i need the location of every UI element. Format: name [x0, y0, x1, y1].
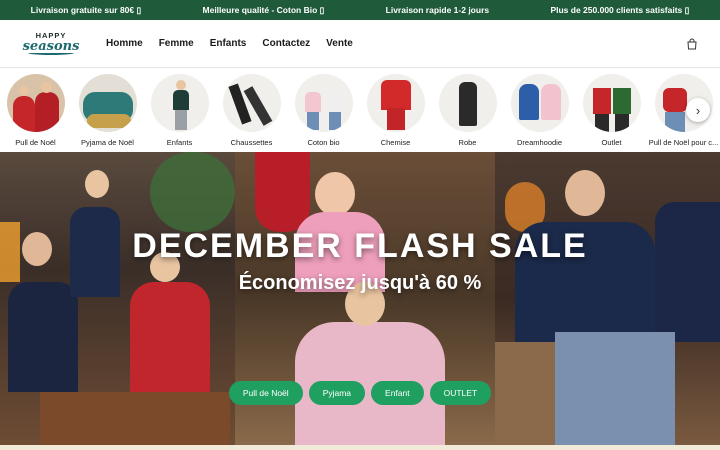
hero-title: DECEMBER FLASH SALE: [132, 227, 588, 265]
announcement-3: Livraison rapide 1-2 jours: [385, 5, 490, 15]
category-chemise[interactable]: Chemise: [366, 74, 425, 152]
category-coton-bio[interactable]: Coton bio: [294, 74, 353, 152]
category-pyjama-de-noel[interactable]: Pyjama de Noël: [78, 74, 137, 152]
category-image: [150, 74, 209, 132]
category-enfants[interactable]: Enfants: [150, 74, 209, 152]
category-label: Outlet: [601, 138, 622, 147]
bottom-strip: [0, 445, 720, 450]
announcement-4: Plus de 250.000 clients satisfaits ▯: [550, 4, 690, 15]
category-label: Robe: [458, 138, 477, 147]
nav-vente[interactable]: Vente: [326, 38, 353, 49]
brand-logo[interactable]: HAPPY seasons: [22, 30, 80, 58]
category-label: Dreamhoodie: [516, 138, 563, 147]
announcement-bar: Livraison gratuite sur 80€ ▯ Meilleure q…: [0, 0, 720, 20]
category-label: Pyjama de Noël: [81, 138, 134, 147]
category-image: [510, 74, 569, 132]
category-label: Pull de Noël pour c...: [648, 138, 719, 147]
category-robe[interactable]: Robe: [438, 74, 497, 152]
category-dreamhoodie[interactable]: Dreamhoodie: [510, 74, 569, 152]
shopping-bag-icon[interactable]: [686, 38, 698, 50]
nav-enfants[interactable]: Enfants: [210, 38, 247, 49]
category-image: [78, 74, 137, 132]
category-label: Pull de Noël: [15, 138, 56, 147]
chevron-right-icon[interactable]: ›: [686, 98, 710, 122]
category-image: [582, 74, 641, 132]
category-chaussettes[interactable]: Chaussettes: [222, 74, 281, 152]
category-carousel: Pull de Noël Pyjama de Noël Enfants Chau…: [0, 68, 720, 152]
category-image: [294, 74, 353, 132]
main-nav: Homme Femme Enfants Contactez Vente: [106, 38, 353, 49]
announcement-2: Meilleure qualité - Coton Bio ▯: [202, 4, 325, 15]
category-outlet[interactable]: Outlet: [582, 74, 641, 152]
nav-contactez[interactable]: Contactez: [262, 38, 310, 49]
category-image: [6, 74, 65, 132]
hero-button-outlet[interactable]: OUTLET: [429, 381, 492, 405]
category-label: Enfants: [166, 138, 193, 147]
logo-swoosh: [28, 51, 74, 55]
hero-button-pyjama[interactable]: Pyjama: [308, 381, 366, 405]
hero-buttons: Pull de Noël Pyjama Enfant OUTLET: [0, 381, 720, 405]
hero-banner[interactable]: DECEMBER FLASH SALE Économisez jusqu'à 6…: [0, 152, 720, 445]
hero-subtitle: Économisez jusqu'à 60 %: [238, 272, 482, 294]
category-image: [438, 74, 497, 132]
nav-femme[interactable]: Femme: [159, 38, 194, 49]
announcement-1: Livraison gratuite sur 80€ ▯: [30, 4, 142, 15]
category-label: Coton bio: [307, 138, 340, 147]
category-image: [222, 74, 281, 132]
category-image: [366, 74, 425, 132]
nav-homme[interactable]: Homme: [106, 38, 143, 49]
category-pull-de-noel[interactable]: Pull de Noël: [6, 74, 65, 152]
hero-button-enfant[interactable]: Enfant: [371, 381, 424, 405]
hero-button-pull-de-noel[interactable]: Pull de Noël: [228, 381, 303, 405]
site-header: HAPPY seasons Homme Femme Enfants Contac…: [0, 20, 720, 68]
category-label: Chaussettes: [230, 138, 273, 147]
category-label: Chemise: [380, 138, 411, 147]
